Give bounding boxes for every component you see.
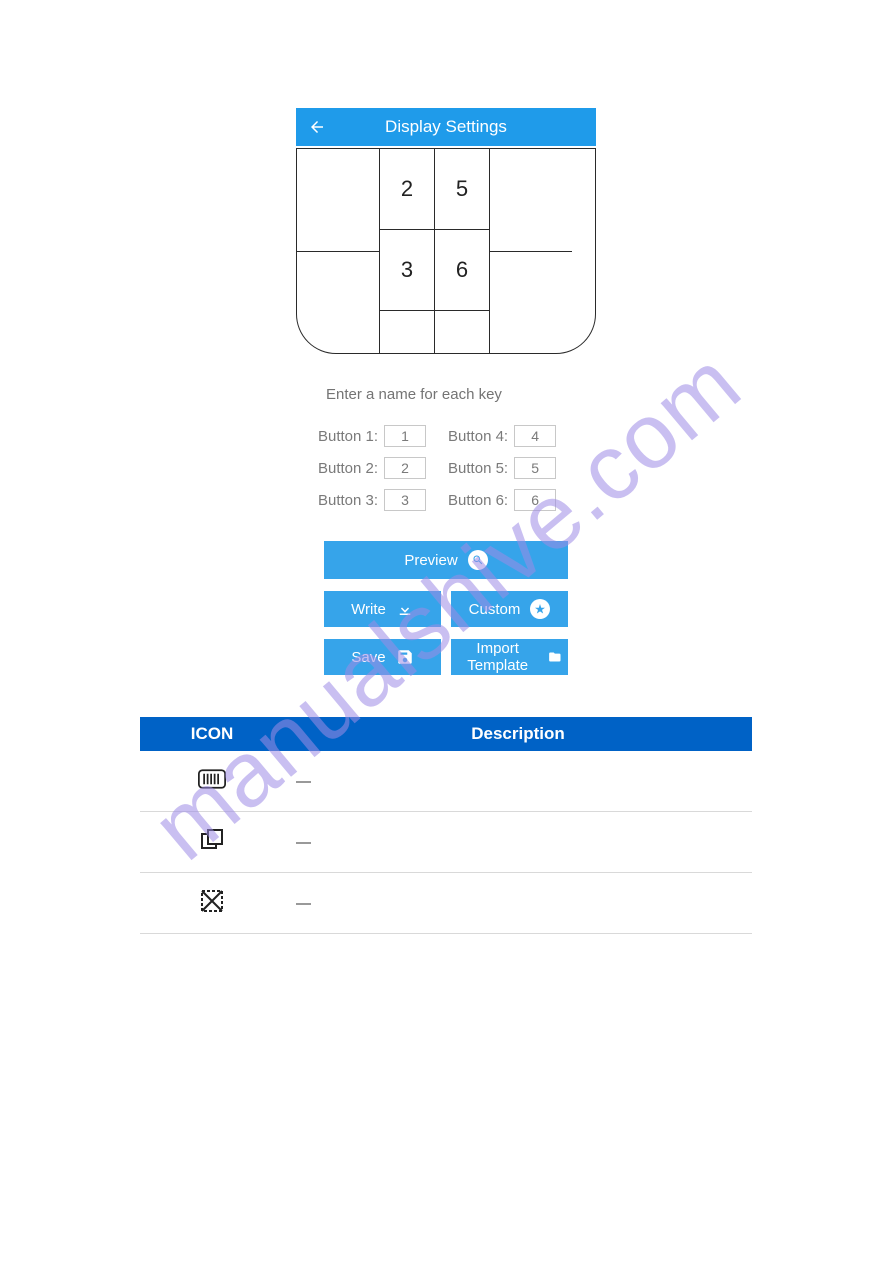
key-grid: 2 3 5 6: [296, 148, 596, 354]
write-label: Write: [351, 601, 386, 618]
hint-text: Enter a name for each key: [326, 386, 596, 403]
table-row: —: [140, 751, 752, 812]
custom-label: Custom: [469, 601, 521, 618]
input-label: Button 3:: [318, 492, 378, 509]
display-settings-mock: Display Settings 2 3 5 6 Enter a name fo…: [296, 108, 596, 675]
input-pair-1: Button 1:: [318, 425, 426, 447]
import-template-button[interactable]: Import Template: [451, 639, 568, 675]
table-cell-desc: —: [284, 751, 752, 812]
star-icon: [530, 599, 550, 619]
grid-cell: 6: [435, 230, 489, 311]
grid-col-2: 2 3: [380, 149, 435, 353]
table-row: —: [140, 812, 752, 873]
barcode-icon: [140, 751, 284, 812]
no-image-icon: [140, 873, 284, 934]
grid-col-3: 5 6: [435, 149, 490, 353]
button-6-input[interactable]: [514, 489, 556, 511]
button-2-input[interactable]: [384, 457, 426, 479]
folder-icon: [548, 648, 562, 666]
grid-cell: 5: [435, 149, 489, 230]
table-row: —: [140, 873, 752, 934]
grid-col-4: [490, 149, 572, 353]
mock-title: Display Settings: [296, 117, 596, 137]
custom-button[interactable]: Custom: [451, 591, 568, 627]
mock-header: Display Settings: [296, 108, 596, 146]
input-pair-2: Button 2:: [318, 457, 426, 479]
table-header-icon: ICON: [140, 717, 284, 751]
grid-cell-empty: [435, 311, 489, 354]
input-label: Button 4:: [448, 428, 508, 445]
search-icon: [468, 550, 488, 570]
button-name-inputs: Button 1: Button 4: Button 2: Button 5: …: [296, 425, 596, 511]
input-label: Button 5:: [448, 460, 508, 477]
grid-cell-empty: [380, 311, 434, 354]
icon-table: ICON Description — — —: [140, 717, 752, 934]
button-4-input[interactable]: [514, 425, 556, 447]
copy-icon: [140, 812, 284, 873]
button-1-input[interactable]: [384, 425, 426, 447]
table-cell-desc: —: [284, 812, 752, 873]
grid-cell: 2: [380, 149, 434, 230]
preview-label: Preview: [404, 552, 457, 569]
grid-cell-empty: [297, 252, 379, 354]
input-pair-3: Button 3:: [318, 489, 426, 511]
grid-cell-empty: [490, 149, 572, 252]
save-label: Save: [351, 649, 385, 666]
grid-cell: 3: [380, 230, 434, 311]
floppy-icon: [396, 648, 414, 666]
input-label: Button 2:: [318, 460, 378, 477]
action-buttons: Preview Write Custom Save Import Templat…: [296, 541, 596, 675]
grid-col-1: [297, 149, 380, 353]
input-pair-6: Button 6:: [448, 489, 556, 511]
input-label: Button 6:: [448, 492, 508, 509]
input-pair-5: Button 5:: [448, 457, 556, 479]
write-button[interactable]: Write: [324, 591, 441, 627]
preview-button[interactable]: Preview: [324, 541, 568, 579]
input-label: Button 1:: [318, 428, 378, 445]
table-header-row: ICON Description: [140, 717, 752, 751]
button-3-input[interactable]: [384, 489, 426, 511]
import-label: Import Template: [457, 640, 538, 674]
table-cell-desc: —: [284, 873, 752, 934]
grid-cell-empty: [297, 149, 379, 252]
input-pair-4: Button 4:: [448, 425, 556, 447]
button-5-input[interactable]: [514, 457, 556, 479]
save-button[interactable]: Save: [324, 639, 441, 675]
download-icon: [396, 600, 414, 618]
table-header-desc: Description: [284, 717, 752, 751]
grid-cell-empty: [490, 252, 572, 354]
